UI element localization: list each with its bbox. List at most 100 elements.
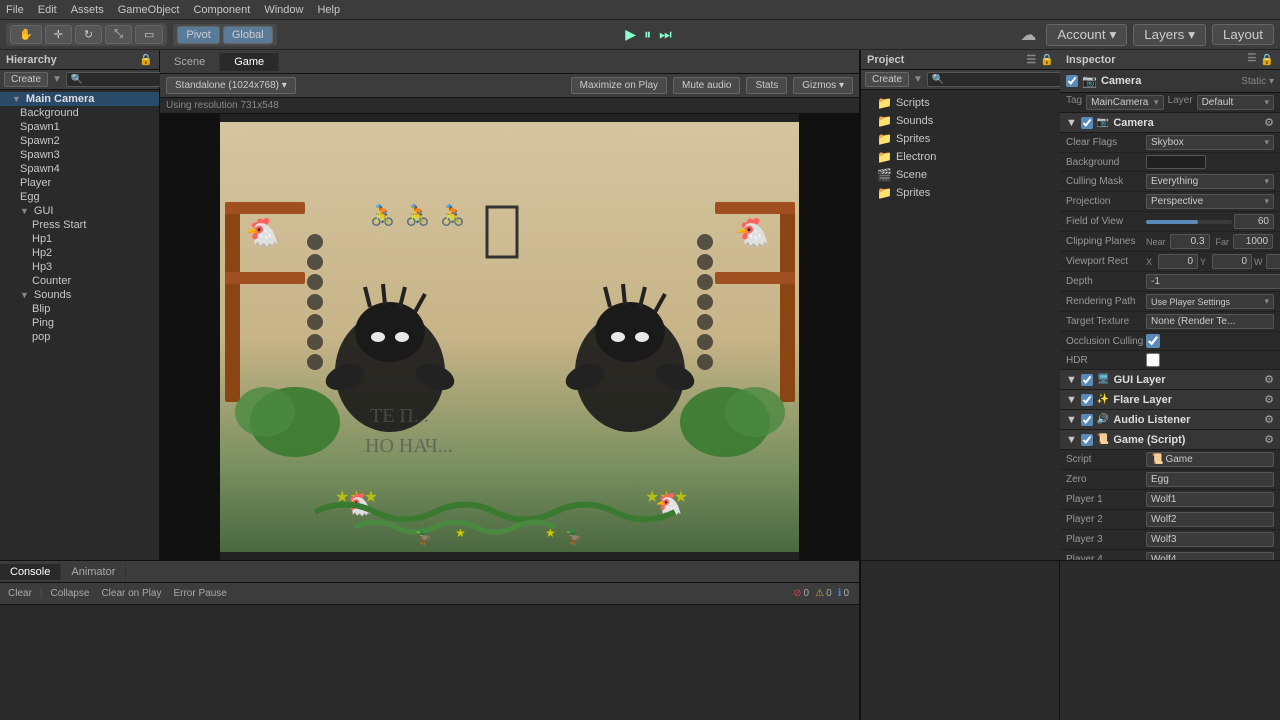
step-button[interactable]: ⏭ (659, 26, 672, 43)
projection-dropdown[interactable]: Perspective ▾ (1146, 194, 1274, 209)
menu-help[interactable]: Help (317, 4, 340, 16)
player3-ref[interactable]: Wolf3 (1146, 532, 1274, 547)
camera-enabled-checkbox[interactable] (1066, 75, 1078, 87)
background-color-swatch[interactable] (1146, 155, 1206, 169)
player1-ref[interactable]: Wolf1 (1146, 492, 1274, 507)
hierarchy-item-main-camera[interactable]: ▼Main Camera (0, 92, 159, 106)
scale-tool[interactable]: ⤡ (105, 25, 132, 44)
camera-comp-checkbox[interactable] (1081, 117, 1093, 129)
tag-dropdown[interactable]: MainCamera ▾ (1086, 95, 1163, 110)
hierarchy-item-spawn4[interactable]: Spawn4 (0, 162, 159, 176)
hierarchy-create-btn[interactable]: Create (4, 72, 48, 87)
project-create-btn[interactable]: Create (865, 72, 909, 87)
script-ref[interactable]: 📜 Game (1146, 452, 1274, 467)
menu-gameobject[interactable]: GameObject (118, 4, 180, 16)
inspector-lock[interactable]: 🔒 (1260, 53, 1274, 66)
camera-gear-icon[interactable]: ⚙ (1264, 116, 1274, 129)
hierarchy-item-hp2[interactable]: Hp2 (0, 246, 159, 260)
account-button[interactable]: Account ▾ (1046, 24, 1127, 46)
stats-btn[interactable]: Stats (746, 77, 787, 94)
pivot-button[interactable]: Pivot (177, 26, 219, 44)
hierarchy-item-background[interactable]: Background (0, 106, 159, 120)
hierarchy-item-pop[interactable]: pop (0, 330, 159, 344)
hierarchy-lock[interactable]: 🔒 (139, 53, 153, 66)
project-item-sounds[interactable]: 📁 Sounds (861, 112, 1060, 130)
hierarchy-item-gui[interactable]: ▼GUI (0, 204, 159, 218)
hierarchy-item-hp3[interactable]: Hp3 (0, 260, 159, 274)
hierarchy-item-ping[interactable]: Ping (0, 316, 159, 330)
clear-flags-dropdown[interactable]: Skybox ▾ (1146, 135, 1274, 150)
standalone-dropdown[interactable]: Standalone (1024x768) ▾ (166, 77, 296, 94)
viewport-w-input[interactable] (1266, 254, 1280, 269)
project-menu[interactable]: ☰ (1026, 53, 1036, 66)
inspector-menu[interactable]: ☰ (1247, 53, 1256, 66)
hand-tool[interactable]: ✋ (10, 25, 42, 44)
hierarchy-item-player[interactable]: Player (0, 176, 159, 190)
console-clear-btn[interactable]: Clear (4, 587, 36, 600)
hierarchy-item-blip[interactable]: Blip (0, 302, 159, 316)
flare-layer-header[interactable]: ▼ ✨ Flare Layer ⚙ (1060, 390, 1280, 410)
gui-layer-checkbox[interactable] (1081, 374, 1093, 386)
occlusion-culling-checkbox[interactable] (1146, 334, 1160, 348)
tab-scene[interactable]: Scene (160, 53, 220, 71)
hdr-checkbox[interactable] (1146, 353, 1160, 367)
viewport-y-input[interactable] (1212, 254, 1252, 269)
layout-button[interactable]: Layout (1212, 24, 1274, 45)
player2-ref[interactable]: Wolf2 (1146, 512, 1274, 527)
hierarchy-item-spawn2[interactable]: Spawn2 (0, 134, 159, 148)
layer-dropdown[interactable]: Default ▾ (1197, 95, 1274, 110)
pause-button[interactable]: ⏸ (644, 26, 651, 43)
depth-input[interactable] (1146, 274, 1280, 289)
viewport-x-input[interactable] (1158, 254, 1198, 269)
menu-window[interactable]: Window (264, 4, 303, 16)
play-button[interactable]: ▶ (625, 26, 636, 43)
project-item-scene[interactable]: 🎬 Scene (861, 166, 1060, 184)
maximize-on-play-btn[interactable]: Maximize on Play (571, 77, 667, 94)
menu-file[interactable]: File (6, 4, 24, 16)
mute-audio-btn[interactable]: Mute audio (673, 77, 740, 94)
tab-animator[interactable]: Animator (61, 564, 126, 580)
hierarchy-item-sounds[interactable]: ▼Sounds (0, 288, 159, 302)
fov-number[interactable]: 60 (1234, 214, 1274, 229)
game-script-gear[interactable]: ⚙ (1264, 433, 1274, 446)
rotate-tool[interactable]: ↻ (75, 25, 102, 44)
flare-layer-checkbox[interactable] (1081, 394, 1093, 406)
project-lock[interactable]: 🔒 (1040, 53, 1054, 66)
flare-layer-gear[interactable]: ⚙ (1264, 393, 1274, 406)
game-script-header[interactable]: ▼ 📜 Game (Script) ⚙ (1060, 430, 1280, 450)
console-collapse-btn[interactable]: Collapse (47, 587, 94, 600)
project-item-sprites[interactable]: 📁 Sprites (861, 130, 1060, 148)
gui-layer-header[interactable]: ▼ 🖥 GUI Layer ⚙ (1060, 370, 1280, 390)
hierarchy-item-spawn1[interactable]: Spawn1 (0, 120, 159, 134)
project-item-scripts[interactable]: 📁 Scripts (861, 94, 1060, 112)
audio-listener-checkbox[interactable] (1081, 414, 1093, 426)
move-tool[interactable]: ✛ (45, 25, 72, 44)
menu-edit[interactable]: Edit (38, 4, 57, 16)
audio-listener-gear[interactable]: ⚙ (1264, 413, 1274, 426)
rendering-path-dropdown[interactable]: Use Player Settings ▾ (1146, 294, 1274, 309)
tab-game[interactable]: Game (220, 53, 279, 71)
global-button[interactable]: Global (223, 26, 273, 44)
console-clear-on-play-btn[interactable]: Clear on Play (97, 587, 165, 600)
project-search[interactable] (927, 72, 1069, 87)
target-texture-ref[interactable]: None (Render Te... (1146, 314, 1274, 329)
layers-button[interactable]: Layers ▾ (1133, 24, 1206, 46)
hierarchy-item-counter[interactable]: Counter (0, 274, 159, 288)
camera-component-header[interactable]: ▼ 📷 Camera ⚙ (1060, 113, 1280, 133)
cloud-icon[interactable]: ☁ (1020, 25, 1036, 45)
console-error-pause-btn[interactable]: Error Pause (169, 587, 230, 600)
menu-component[interactable]: Component (193, 4, 250, 16)
project-item-sprites2[interactable]: 📁 Sprites (861, 184, 1060, 202)
hierarchy-item-hp1[interactable]: Hp1 (0, 232, 159, 246)
clipping-far-input[interactable] (1233, 234, 1273, 249)
hierarchy-item-press-start[interactable]: Press Start (0, 218, 159, 232)
gui-layer-gear[interactable]: ⚙ (1264, 373, 1274, 386)
rect-tool[interactable]: ▭ (135, 25, 163, 44)
zero-ref[interactable]: Egg (1146, 472, 1274, 487)
game-script-checkbox[interactable] (1081, 434, 1093, 446)
tab-console[interactable]: Console (0, 564, 61, 580)
gizmos-btn[interactable]: Gizmos ▾ (793, 77, 853, 94)
audio-listener-header[interactable]: ▼ 🔊 Audio Listener ⚙ (1060, 410, 1280, 430)
hierarchy-item-spawn3[interactable]: Spawn3 (0, 148, 159, 162)
clipping-near-input[interactable] (1170, 234, 1210, 249)
